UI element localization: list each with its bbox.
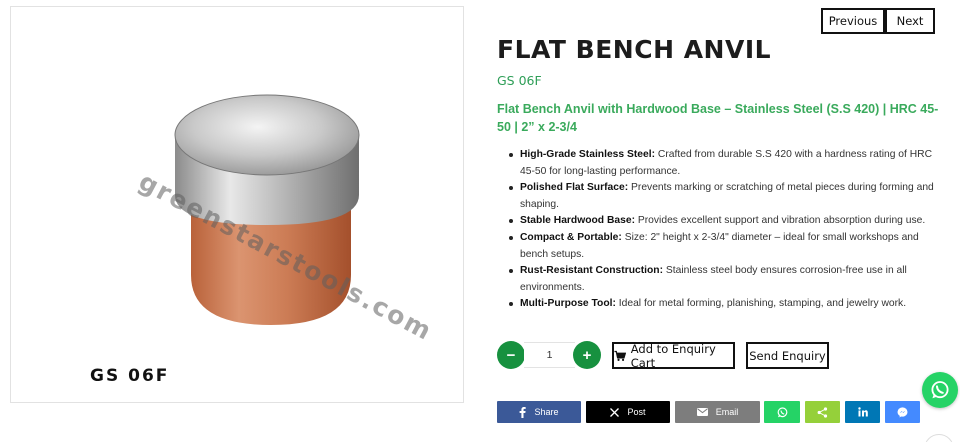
feature-text: Ideal for metal forming, planishing, sta…	[615, 298, 907, 310]
anvil-illustration	[174, 94, 360, 325]
feature-label: Stable Hardwood Base:	[520, 215, 636, 227]
feature-label: Rust-Resistant Construction:	[520, 265, 664, 277]
whatsapp-icon	[777, 406, 787, 417]
share-linkedin-button[interactable]	[845, 401, 880, 423]
share-whatsapp-button[interactable]	[764, 401, 800, 423]
feature-list: High-Grade Stainless Steel: Crafted from…	[505, 147, 935, 313]
previous-button[interactable]: Previous	[821, 8, 885, 34]
x-icon	[610, 407, 620, 417]
feature-label: Polished Flat Surface:	[520, 182, 629, 194]
share-email-button[interactable]: Email	[675, 401, 760, 423]
share-facebook-button[interactable]: Share	[497, 401, 581, 423]
quantity-increase-button[interactable]: +	[573, 341, 601, 369]
email-icon	[696, 408, 708, 416]
facebook-icon	[520, 406, 527, 418]
feature-item: Multi-Purpose Tool: Ideal for metal form…	[505, 296, 935, 313]
share-messenger-button[interactable]	[885, 401, 920, 423]
main-product-image[interactable]: greenstarstools.com GS 06F	[10, 6, 464, 403]
next-button[interactable]: Next	[885, 8, 935, 34]
image-model-caption: GS 06F	[90, 366, 170, 386]
send-enquiry-button[interactable]: Send Enquiry	[746, 342, 829, 369]
feature-label: Compact & Portable:	[520, 231, 622, 243]
whatsapp-icon	[931, 381, 949, 399]
feature-item: High-Grade Stainless Steel: Crafted from…	[505, 147, 935, 180]
feature-item: Compact & Portable: Size: 2" height x 2-…	[505, 230, 935, 263]
share-email-label: Email	[715, 407, 739, 417]
share-icon	[817, 406, 828, 418]
share-sharethis-button[interactable]	[805, 401, 840, 423]
product-sku: GS 06F	[497, 73, 542, 88]
scroll-to-top-button[interactable]	[924, 434, 954, 442]
cart-icon	[614, 350, 626, 361]
messenger-icon	[897, 406, 908, 417]
feature-label: Multi-Purpose Tool:	[520, 298, 616, 310]
share-x-label: Post	[627, 407, 646, 417]
add-to-enquiry-cart-label: Add to Enquiry Cart	[630, 341, 716, 370]
product-subtitle: Flat Bench Anvil with Hardwood Base – St…	[497, 102, 939, 134]
feature-item: Polished Flat Surface: Prevents marking …	[505, 180, 935, 213]
add-to-enquiry-cart-button[interactable]: Add to Enquiry Cart	[612, 341, 735, 370]
share-x-button[interactable]: Post	[586, 401, 670, 423]
whatsapp-chat-button[interactable]	[922, 372, 958, 408]
product-title: FLAT BENCH ANVIL	[497, 35, 772, 64]
quantity-decrease-button[interactable]: −	[497, 341, 525, 369]
quantity-input[interactable]	[524, 342, 575, 368]
feature-item: Stable Hardwood Base: Provides excellent…	[505, 213, 935, 230]
feature-text: Provides excellent support and vibration…	[635, 215, 926, 227]
feature-item: Rust-Resistant Construction: Stainless s…	[505, 263, 935, 296]
linkedin-icon	[857, 407, 868, 417]
feature-label: High-Grade Stainless Steel:	[520, 149, 656, 160]
share-facebook-label: Share	[534, 407, 559, 417]
